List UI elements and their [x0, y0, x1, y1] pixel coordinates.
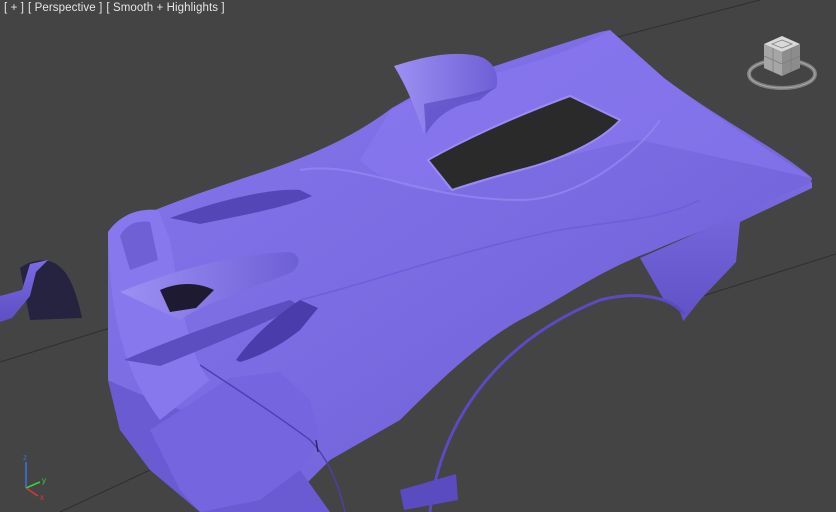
viewport-label-menu: [ + ] [ Perspective ] [ Smooth + Highlight…	[4, 2, 225, 18]
axis-z-label: z	[23, 453, 27, 462]
viewport-point-of-view-label[interactable]: [ Perspective ]	[28, 2, 102, 14]
viewcube-icon[interactable]	[744, 30, 820, 94]
perspective-viewport[interactable]: [ + ] [ Perspective ] [ Smooth + Highlight…	[0, 0, 836, 512]
axis-y-label: y	[42, 476, 46, 485]
viewport-scene[interactable]	[0, 0, 836, 512]
viewport-menu-plus[interactable]: [ + ]	[4, 2, 24, 14]
axis-tripod-icon: z y x	[23, 453, 46, 502]
axis-x-label: x	[40, 493, 44, 502]
viewport-shading-label[interactable]: [ Smooth + Highlights ]	[106, 2, 224, 14]
